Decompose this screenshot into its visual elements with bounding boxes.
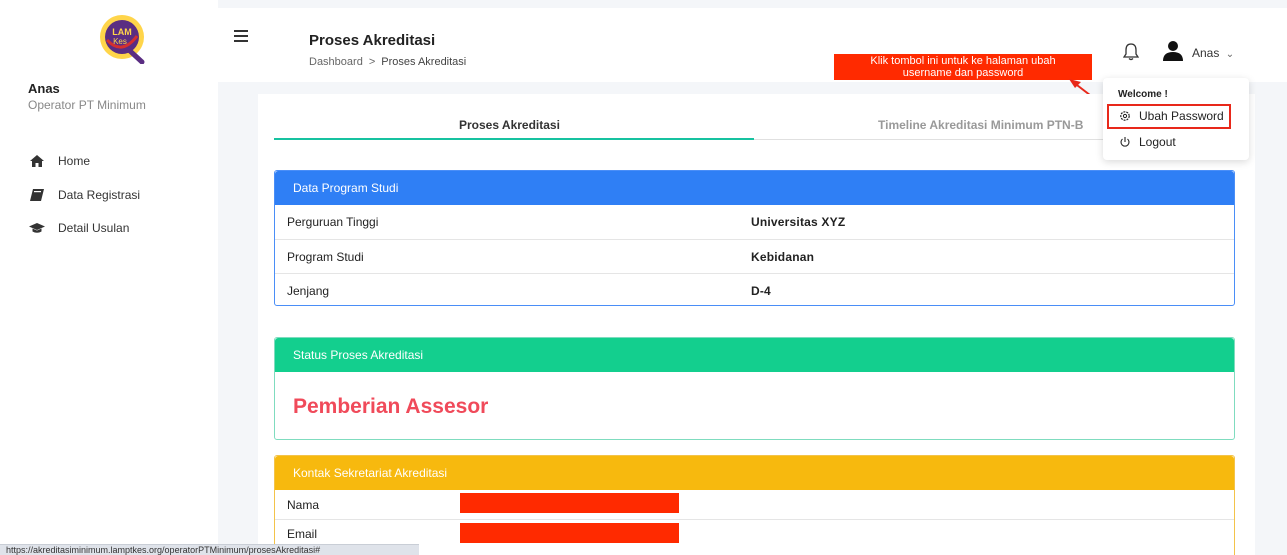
status-panel: Status Proses Akreditasi Pemberian Asses… (274, 337, 1235, 440)
sidebar-item-label: Data Registrasi (58, 188, 141, 202)
panel-header: Status Proses Akreditasi (275, 338, 1234, 372)
tab-timeline-akreditasi[interactable]: Timeline Akreditasi Minimum PTN-B (878, 118, 1083, 132)
book-icon (28, 188, 46, 202)
sidebar-item-detail-usulan[interactable]: Detail Usulan (28, 221, 129, 235)
table-row: Perguruan Tinggi Universitas XYZ (275, 205, 1234, 239)
program-studi-panel: Data Program Studi Perguruan Tinggi Univ… (274, 170, 1235, 306)
page-title: Proses Akreditasi (309, 32, 436, 49)
menu-item-label: Logout (1139, 135, 1176, 149)
callout-line-1: Klik tombol ini untuk ke halaman ubah (870, 55, 1056, 67)
row-value: D-4 (751, 283, 771, 298)
row-label: Email (287, 527, 318, 541)
breadcrumb-separator: > (368, 56, 376, 68)
callout-line-2: username dan password (902, 67, 1024, 79)
home-icon (28, 154, 46, 168)
table-row: Program Studi Kebidanan (275, 239, 1234, 273)
lamkes-logo: LAM Kes (97, 12, 147, 65)
row-label: Program Studi (287, 249, 364, 264)
table-row: Jenjang D-4 (275, 273, 1234, 307)
header-user-name: Anas (1192, 46, 1220, 60)
chevron-down-icon: ⌄ (1225, 49, 1235, 60)
sidebar-item-label: Detail Usulan (58, 221, 130, 235)
sidebar-item-label: Home (58, 154, 91, 168)
breadcrumb-dashboard[interactable]: Dashboard (309, 56, 363, 68)
bell-icon[interactable] (1122, 43, 1140, 61)
active-tab-indicator (274, 138, 754, 140)
svg-text:Kes: Kes (113, 37, 127, 46)
highlight-box (1107, 104, 1231, 129)
sidebar-item-home[interactable]: Home (28, 154, 90, 168)
sidebar-item-data-registrasi[interactable]: Data Registrasi (28, 188, 140, 202)
top-header: Proses Akreditasi Dashboard > Proses Akr… (218, 8, 1287, 82)
redaction-box (460, 523, 679, 543)
main-content: Proses Akreditasi Timeline Akreditasi Mi… (258, 94, 1255, 555)
power-icon (1119, 136, 1131, 148)
row-value: Universitas XYZ (751, 215, 846, 229)
svg-text:LAM: LAM (112, 27, 132, 37)
sidebar-user-role: Operator PT Minimum (28, 98, 146, 112)
table-row: Nama (275, 490, 1234, 519)
breadcrumb-current: Proses Akreditasi (381, 56, 467, 68)
annotation-callout: Klik tombol ini untuk ke halaman ubah us… (834, 54, 1092, 80)
row-label: Nama (287, 497, 320, 512)
breadcrumb: Dashboard > Proses Akreditasi (309, 56, 466, 68)
dropdown-welcome: Welcome ! (1118, 89, 1168, 100)
menu-toggle-icon[interactable] (234, 30, 248, 42)
redaction-box (460, 493, 679, 513)
kontak-panel: Kontak Sekretariat Akreditasi Nama Email (274, 455, 1235, 555)
row-value: Kebidanan (751, 249, 815, 264)
sidebar: LAM Kes Anas Operator PT Minimum Home Da… (0, 0, 218, 555)
tab-proses-akreditasi[interactable]: Proses Akreditasi (459, 118, 560, 132)
header-user-menu[interactable]: Anas ⌄ (1192, 46, 1234, 60)
panel-header: Data Program Studi (275, 171, 1234, 205)
browser-status-bar: https://akreditasiminimum.lamptkes.org/o… (0, 544, 419, 555)
logout-menu-item[interactable]: Logout (1119, 135, 1176, 149)
row-label: Jenjang (287, 283, 330, 298)
user-avatar-icon[interactable] (1162, 40, 1184, 62)
row-label: Perguruan Tinggi (287, 215, 379, 229)
graduation-cap-icon (28, 221, 46, 235)
sidebar-user-name: Anas (28, 81, 60, 96)
status-value: Pemberian Assesor (293, 395, 489, 418)
panel-header: Kontak Sekretariat Akreditasi (275, 456, 1234, 490)
